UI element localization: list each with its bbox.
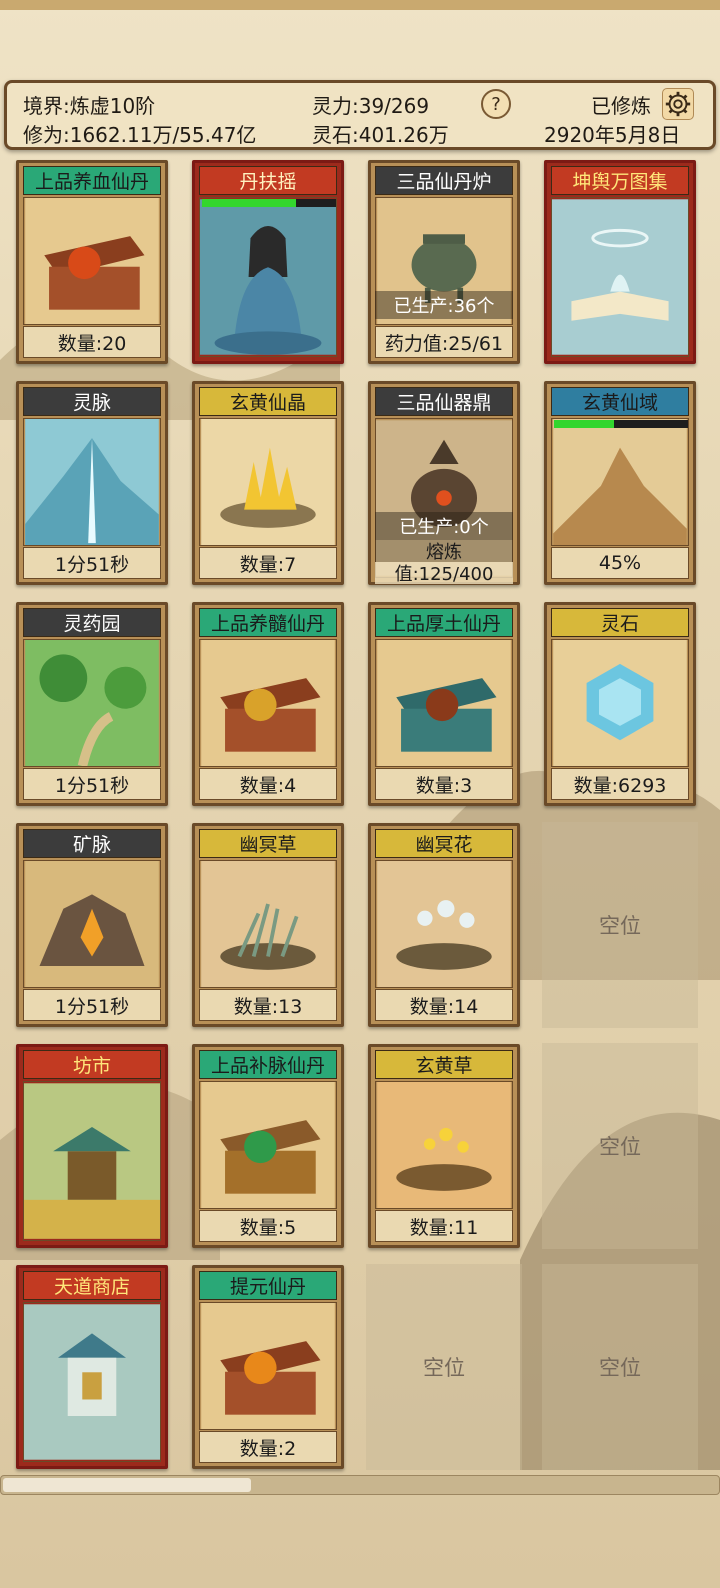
smelt-value: 值:125/400	[375, 562, 513, 585]
card-footer: 1分51秒	[23, 547, 161, 579]
spirit-stone-text: 灵石:401.26万	[312, 123, 449, 147]
card-artifact-cauldron[interactable]: 三品仙器鼎 已生产:0个 熔炼 值:125/400	[368, 381, 520, 585]
progress-bar	[554, 420, 688, 428]
progress-fill	[554, 420, 615, 428]
card-netherworld-grass[interactable]: 幽冥草 数量:13	[192, 823, 344, 1027]
pill-box-image	[375, 639, 513, 767]
garden-image	[23, 639, 161, 767]
stone-image	[551, 639, 689, 767]
card-netherworld-flower[interactable]: 幽冥花 数量:14	[368, 823, 520, 1027]
settings-button[interactable]	[662, 88, 694, 120]
card-title: 丹扶摇	[199, 166, 337, 195]
help-button[interactable]: ?	[481, 89, 511, 119]
card-footer: 数量:3	[375, 768, 513, 800]
card-footer: 药力值:25/61	[375, 326, 513, 358]
empty-slot[interactable]: 空位	[366, 1264, 522, 1470]
card-title: 幽冥草	[199, 829, 337, 858]
progress-fill	[202, 199, 296, 207]
pill-box-image	[23, 197, 161, 325]
card-tiyuan-pill[interactable]: 提元仙丹 数量:2	[192, 1265, 344, 1469]
mode-text: 已修炼	[591, 94, 651, 118]
progress-bar	[202, 199, 336, 207]
card-herb-garden[interactable]: 灵药园 1分51秒	[16, 602, 168, 806]
crystal-image	[199, 418, 337, 546]
card-title: 灵脉	[23, 387, 161, 416]
card-footer: 数量:6293	[551, 768, 689, 800]
card-footer: 数量:11	[375, 1210, 513, 1242]
card-title: 矿脉	[23, 829, 161, 858]
empty-slot[interactable]: 空位	[542, 1043, 698, 1249]
card-mine-vein[interactable]: 矿脉 1分51秒	[16, 823, 168, 1027]
date-text: 2920年5月8日	[544, 123, 681, 147]
realm-text: 境界:炼虚10阶	[23, 94, 156, 118]
pill-box-image	[199, 639, 337, 767]
cultivator-portrait	[199, 197, 337, 357]
gear-icon	[665, 91, 691, 117]
card-market[interactable]: 坊市	[16, 1044, 168, 1248]
card-xuanhuang-crystal[interactable]: 玄黄仙晶 数量:7	[192, 381, 344, 585]
domain-image	[551, 418, 689, 546]
card-heaven-shop[interactable]: 天道商店	[16, 1265, 168, 1469]
horizontal-scrollbar[interactable]	[0, 1475, 720, 1495]
card-dan-fuyao[interactable]: 丹扶摇	[192, 160, 344, 364]
card-title: 天道商店	[23, 1271, 161, 1300]
top-strip	[0, 0, 720, 10]
card-footer: 数量:13	[199, 989, 337, 1021]
spirit-power-text: 灵力:39/269	[312, 94, 430, 118]
card-title: 玄黄仙晶	[199, 387, 337, 416]
card-footer: 1分51秒	[23, 768, 161, 800]
card-pulse-pill[interactable]: 上品补脉仙丹 数量:5	[192, 1044, 344, 1248]
status-panel: 境界:炼虚10阶 修为:1662.11万/55.47亿 灵力:39/269 灵石…	[4, 80, 716, 150]
grass-image	[375, 1081, 513, 1209]
card-spirit-vein[interactable]: 灵脉 1分51秒	[16, 381, 168, 585]
card-title: 坤舆万图集	[551, 166, 689, 195]
question-icon: ?	[491, 93, 501, 115]
produced-count: 已生产:36个	[375, 291, 513, 319]
card-footer: 45%	[551, 547, 689, 579]
card-title: 灵石	[551, 608, 689, 637]
cultivation-text: 修为:1662.11万/55.47亿	[23, 123, 257, 147]
pill-box-image	[199, 1081, 337, 1209]
card-title: 玄黄草	[375, 1050, 513, 1079]
card-spirit-stone[interactable]: 灵石 数量:6293	[544, 602, 696, 806]
card-blood-pill[interactable]: 上品养血仙丹 数量:20	[16, 160, 168, 364]
card-xuanhuang-grass[interactable]: 玄黄草 数量:11	[368, 1044, 520, 1248]
shop-image	[23, 1302, 161, 1462]
card-title: 幽冥花	[375, 829, 513, 858]
card-footer: 数量:5	[199, 1210, 337, 1242]
mine-image	[23, 860, 161, 988]
card-footer: 数量:2	[199, 1431, 337, 1463]
card-title: 上品补脉仙丹	[199, 1050, 337, 1079]
flower-image	[375, 860, 513, 988]
card-title: 三品仙器鼎	[375, 387, 513, 416]
book-image	[551, 197, 689, 357]
card-footer: 数量:14	[375, 989, 513, 1021]
card-pill-furnace[interactable]: 三品仙丹炉 已生产:36个 药力值:25/61	[368, 160, 520, 364]
market-image	[23, 1081, 161, 1241]
grass-image	[199, 860, 337, 988]
card-map-atlas[interactable]: 坤舆万图集	[544, 160, 696, 364]
card-title: 上品养髓仙丹	[199, 608, 337, 637]
scroll-thumb[interactable]	[3, 1478, 251, 1492]
card-title: 三品仙丹炉	[375, 166, 513, 195]
card-footer: 1分51秒	[23, 989, 161, 1021]
empty-slot[interactable]: 空位	[542, 822, 698, 1028]
card-title: 灵药园	[23, 608, 161, 637]
pill-box-image	[199, 1302, 337, 1430]
card-title: 上品养血仙丹	[23, 166, 161, 195]
card-footer: 数量:7	[199, 547, 337, 579]
card-title: 玄黄仙域	[551, 387, 689, 416]
card-xuanhuang-domain[interactable]: 玄黄仙域 45%	[544, 381, 696, 585]
card-footer: 数量:20	[23, 326, 161, 358]
card-title: 坊市	[23, 1050, 161, 1079]
vein-image	[23, 418, 161, 546]
card-title: 上品厚土仙丹	[375, 608, 513, 637]
card-marrow-pill[interactable]: 上品养髓仙丹 数量:4	[192, 602, 344, 806]
empty-slot[interactable]: 空位	[542, 1264, 698, 1470]
card-earth-pill[interactable]: 上品厚土仙丹 数量:3	[368, 602, 520, 806]
smelt-label: 熔炼	[375, 540, 513, 563]
card-title: 提元仙丹	[199, 1271, 337, 1300]
card-footer: 数量:4	[199, 768, 337, 800]
produced-count: 已生产:0个	[375, 512, 513, 540]
